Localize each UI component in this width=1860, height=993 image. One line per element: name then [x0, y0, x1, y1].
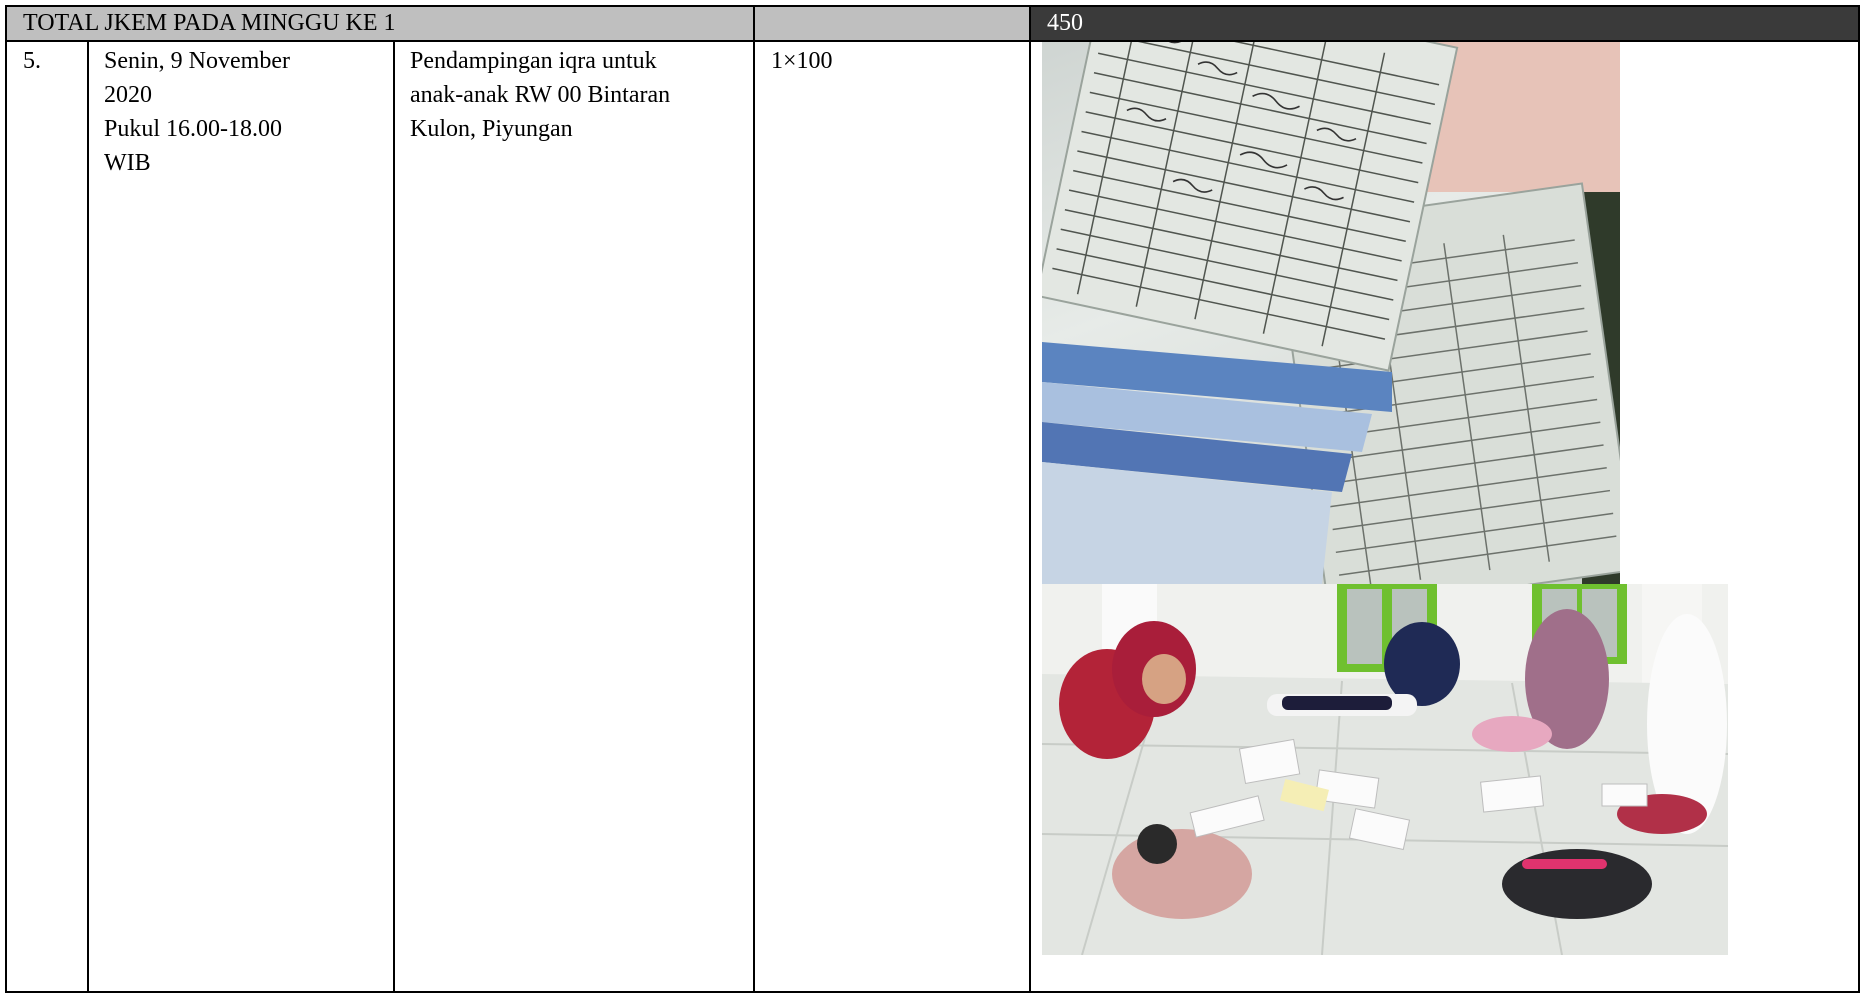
date-line: 2020 — [104, 82, 152, 108]
jkem-value: 1×100 — [771, 48, 833, 74]
attendance-sheets-photo — [1042, 42, 1620, 584]
total-value-cell: 450 — [1029, 5, 1860, 42]
activity-cell: Pendampingan iqra untuk anak-anak RW 00 … — [393, 40, 755, 993]
time-line: WIB — [104, 150, 151, 176]
row-number: 5. — [23, 48, 41, 74]
total-label: TOTAL JKEM PADA MINGGU KE 1 — [23, 10, 396, 36]
children-studying-photo — [1042, 584, 1728, 955]
attendance-sheets-image — [1042, 42, 1620, 584]
activity-line: Pendampingan iqra untuk — [410, 48, 657, 74]
activity-line: Kulon, Piyungan — [410, 116, 573, 142]
header-empty-cell — [753, 5, 1031, 42]
date-line: Senin, 9 November — [104, 48, 290, 74]
row-number-cell: 5. — [5, 40, 89, 993]
time-line: Pukul 16.00-18.00 — [104, 116, 283, 142]
total-label-cell: TOTAL JKEM PADA MINGGU KE 1 — [5, 5, 755, 42]
children-studying-image — [1042, 584, 1728, 955]
total-value: 450 — [1047, 10, 1083, 36]
activity-line: anak-anak RW 00 Bintaran — [410, 82, 671, 108]
jkem-cell: 1×100 — [753, 40, 1031, 993]
date-cell: Senin, 9 November 2020 Pukul 16.00-18.00… — [87, 40, 395, 993]
